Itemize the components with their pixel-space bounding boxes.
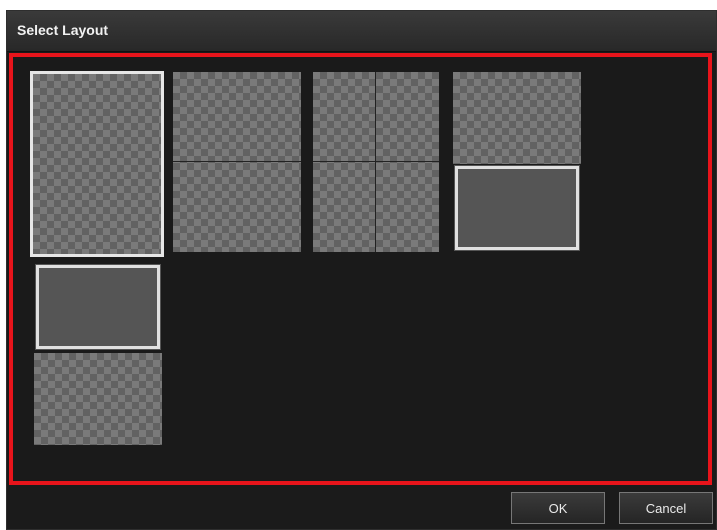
layout-options-area xyxy=(9,53,712,485)
layout-divider xyxy=(375,72,376,252)
cancel-button[interactable]: Cancel xyxy=(619,492,713,524)
layout-photo-cell xyxy=(34,353,162,445)
layout-text-cell xyxy=(455,166,579,250)
layout-divider xyxy=(173,161,301,162)
dialog-titlebar: Select Layout xyxy=(7,11,716,52)
layout-text-cell xyxy=(36,265,160,349)
dialog-footer: OK Cancel xyxy=(7,485,716,529)
layout-divider xyxy=(313,161,439,162)
layout-option-single-photo[interactable] xyxy=(30,71,164,257)
select-layout-dialog: Select Layout OK Cancel xyxy=(6,10,717,530)
layout-option-photo-over-text[interactable] xyxy=(453,72,581,252)
layout-option-text-over-photo[interactable] xyxy=(34,265,162,445)
ok-button[interactable]: OK xyxy=(511,492,605,524)
layout-option-four-grid[interactable] xyxy=(313,72,439,252)
layout-option-two-stacked[interactable] xyxy=(173,72,301,252)
dialog-title: Select Layout xyxy=(17,22,109,38)
layout-photo-cell xyxy=(453,72,581,164)
